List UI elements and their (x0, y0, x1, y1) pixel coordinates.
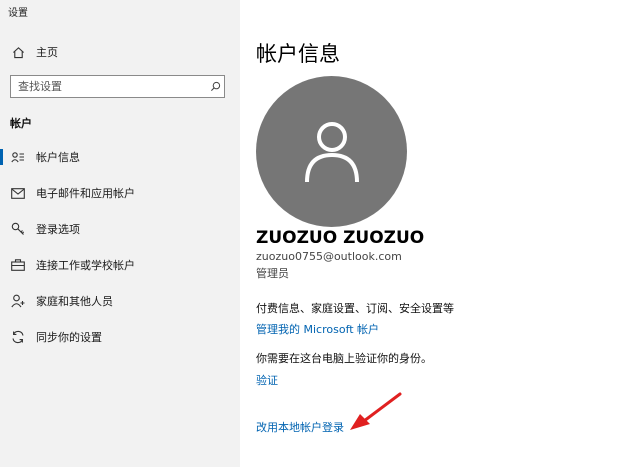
sign-in-local-account-link[interactable]: 改用本地帐户登录 (256, 419, 344, 435)
sidebar: 设置 主页 帐户 帐户信息 电子邮件和应用帐户 登录选项 (0, 0, 240, 467)
section-label-accounts: 帐户 (10, 117, 32, 130)
user-email: zuozuo0755@outlook.com (256, 250, 402, 263)
key-icon (10, 221, 26, 237)
mail-icon (10, 185, 26, 201)
account-info-icon (10, 149, 26, 165)
billing-description: 付费信息、家庭设置、订阅、安全设置等 (256, 302, 454, 315)
page-title: 帐户信息 (256, 42, 340, 66)
sidebar-item-home[interactable]: 主页 (0, 37, 240, 67)
sidebar-item-sign-in-options[interactable]: 登录选项 (0, 214, 240, 244)
sidebar-item-account-info[interactable]: 帐户信息 (0, 142, 240, 172)
sidebar-item-label: 同步你的设置 (36, 331, 102, 344)
home-label: 主页 (36, 46, 58, 59)
verify-message: 你需要在这台电脑上验证你的身份。 (256, 352, 432, 365)
user-icon (304, 121, 359, 182)
sidebar-item-label: 登录选项 (36, 223, 80, 236)
search-input[interactable] (11, 79, 206, 94)
search-box[interactable] (10, 75, 225, 98)
verify-link[interactable]: 验证 (256, 372, 278, 388)
selection-indicator (0, 149, 3, 165)
manage-microsoft-account-link[interactable]: 管理我的 Microsoft 帐户 (256, 321, 379, 337)
sidebar-item-label: 电子邮件和应用帐户 (36, 187, 135, 200)
user-role: 管理员 (256, 267, 289, 280)
search-icon[interactable] (206, 81, 224, 92)
sidebar-item-family[interactable]: 家庭和其他人员 (0, 286, 240, 316)
sidebar-item-sync[interactable]: 同步你的设置 (0, 322, 240, 352)
home-icon (10, 44, 26, 60)
sidebar-item-work-school[interactable]: 连接工作或学校帐户 (0, 250, 240, 280)
briefcase-icon (10, 257, 26, 273)
sync-icon (10, 329, 26, 345)
sidebar-item-email-accounts[interactable]: 电子邮件和应用帐户 (0, 178, 240, 208)
sidebar-item-label: 家庭和其他人员 (36, 295, 113, 308)
user-name: ZUOZUO ZUOZUO (256, 228, 425, 248)
sidebar-item-label: 帐户信息 (36, 151, 80, 164)
person-add-icon (10, 293, 26, 309)
sidebar-item-label: 连接工作或学校帐户 (36, 259, 135, 272)
app-title: 设置 (8, 8, 28, 19)
avatar (256, 76, 407, 227)
annotation-arrow-icon (350, 392, 402, 430)
